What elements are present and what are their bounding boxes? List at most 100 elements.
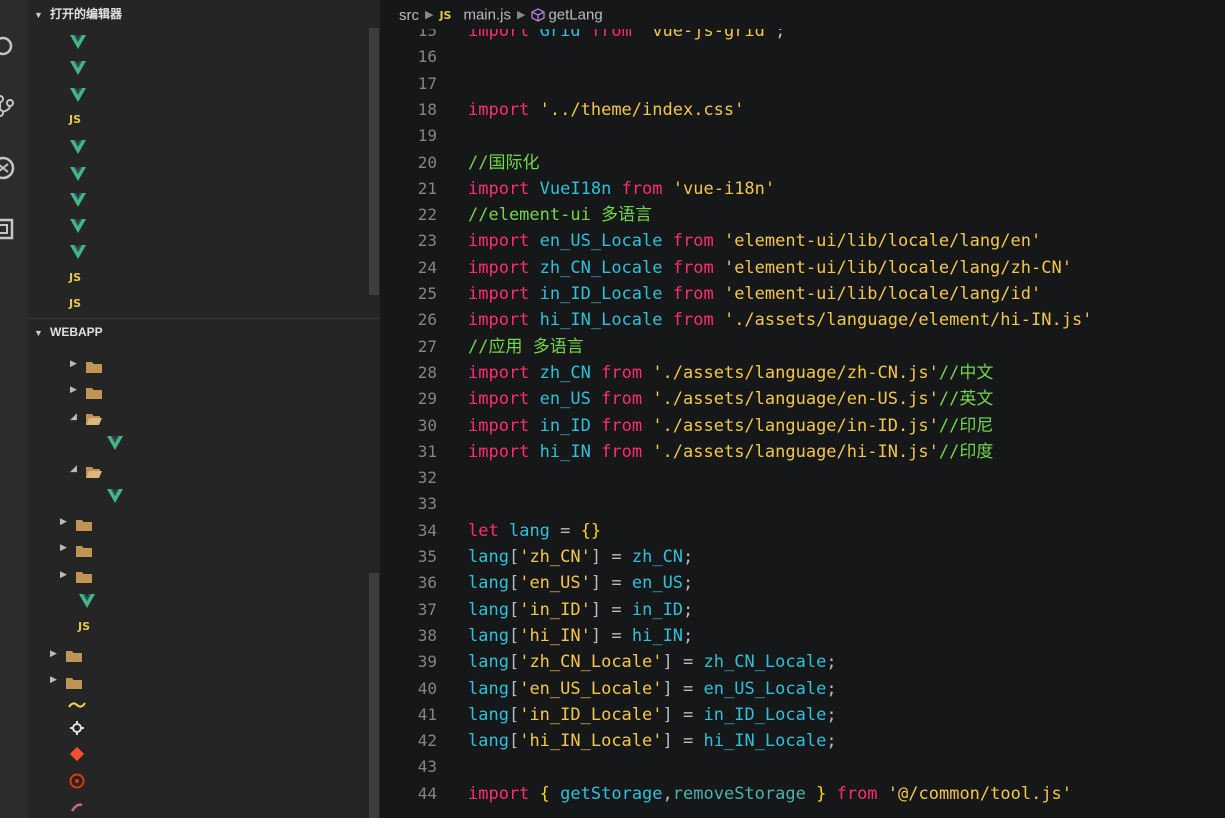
file-item[interactable]: [28, 482, 380, 508]
file-item[interactable]: [28, 798, 380, 818]
line-number: 38: [417, 625, 437, 645]
code-text[interactable]: import hi_IN_Locale from './assets/langu…: [468, 307, 1092, 333]
line-number: 43: [417, 757, 437, 777]
open-editor-item[interactable]: [28, 54, 380, 80]
breadcrumb-symbol[interactable]: getLang: [548, 7, 602, 24]
folder-item[interactable]: ▶: [28, 534, 380, 560]
folder-icon: [76, 567, 92, 584]
open-editor-item[interactable]: [28, 81, 380, 107]
file-item[interactable]: [28, 693, 380, 719]
vue-file-icon: [69, 33, 87, 50]
babel-icon: [68, 693, 86, 719]
code-text[interactable]: import zh_CN_Locale from 'element-ui/lib…: [468, 255, 1072, 281]
code-text[interactable]: //应用 多语言: [468, 334, 584, 360]
open-editor-item[interactable]: [28, 212, 380, 238]
chevron-right-icon: ▶: [516, 8, 526, 21]
line-number: 26: [417, 310, 437, 330]
folder-item[interactable]: ◢: [28, 403, 380, 429]
line-number: 29: [417, 389, 437, 409]
code-text[interactable]: import en_US from './assets/language/en-…: [468, 386, 993, 412]
scss-icon: [68, 798, 86, 818]
debug-icon[interactable]: [0, 155, 16, 181]
vue-file-icon: [69, 59, 87, 76]
code-text[interactable]: lang['zh_CN_Locale'] = zh_CN_Locale;: [468, 649, 837, 675]
open-editor-item[interactable]: [28, 238, 380, 264]
code-text[interactable]: let lang = {}: [468, 518, 601, 544]
code-text[interactable]: //国际化: [468, 150, 539, 176]
line-number: 41: [417, 704, 437, 724]
open-editor-item[interactable]: [28, 28, 380, 54]
file-item[interactable]: [28, 719, 380, 745]
file-item[interactable]: [28, 429, 380, 455]
chevron-down-icon: ◢: [70, 463, 77, 474]
chevron-right-icon: ▶: [60, 568, 67, 579]
breadcrumb-folder[interactable]: src: [399, 7, 419, 24]
code-text[interactable]: //element-ui 多语言: [468, 202, 652, 228]
chevron-right-icon: ▶: [50, 647, 57, 658]
folder-item[interactable]: ▶: [28, 561, 380, 587]
webapp-title: WEBAPP: [50, 325, 103, 339]
folder-item[interactable]: ▶: [28, 508, 380, 534]
vue-file-icon: [69, 217, 87, 234]
breadcrumb-file[interactable]: main.js: [463, 7, 511, 24]
folder-icon: [66, 673, 82, 689]
file-item[interactable]: JS: [28, 614, 380, 640]
line-number: 20: [417, 152, 437, 172]
code-text[interactable]: import { getStorage,removeStorage } from…: [468, 781, 1072, 807]
open-editor-item[interactable]: JS: [28, 265, 380, 291]
open-editor-item[interactable]: [28, 186, 380, 212]
code-text[interactable]: lang['hi_IN_Locale'] = hi_IN_Locale;: [468, 728, 837, 754]
webapp-header[interactable]: ▼ WEBAPP: [28, 318, 380, 345]
line-number: 33: [417, 494, 437, 514]
line-number: 18: [417, 99, 437, 119]
folder-item[interactable]: ▶: [28, 666, 380, 692]
line-number: 30: [417, 415, 437, 435]
code-text[interactable]: import in_ID_Locale from 'element-ui/lib…: [468, 281, 1041, 307]
js-file-icon: JS: [69, 270, 82, 284]
extensions-icon[interactable]: [0, 216, 16, 242]
source-control-icon[interactable]: [0, 93, 16, 119]
git-icon: [68, 745, 86, 771]
search-icon[interactable]: [0, 33, 16, 59]
code-text[interactable]: lang['in_ID_Locale'] = in_ID_Locale;: [468, 702, 837, 728]
code-text[interactable]: lang['zh_CN'] = zh_CN;: [468, 544, 693, 570]
chevron-down-icon: ▼: [34, 328, 43, 338]
js-file-icon: JS: [439, 8, 452, 22]
open-editor-item[interactable]: [28, 160, 380, 186]
code-text[interactable]: import VueI18n from 'vue-i18n': [468, 176, 775, 202]
open-editor-item[interactable]: JS: [28, 107, 380, 133]
line-number: 25: [417, 284, 437, 303]
line-number: 24: [417, 257, 437, 277]
open-editors-scrollbar[interactable]: [369, 28, 379, 295]
file-item[interactable]: [28, 745, 380, 771]
symbol-cube-icon: [531, 8, 546, 22]
vue-file-icon: [106, 487, 124, 503]
file-item[interactable]: [28, 772, 380, 798]
code-text[interactable]: import '../theme/index.css': [468, 97, 744, 123]
code-text[interactable]: import zh_CN from './assets/language/zh-…: [468, 360, 993, 386]
code-editor[interactable]: src ▶ JS main.js ▶ getLang 15 import Grid from…: [380, 0, 1225, 818]
code-text[interactable]: lang['hi_IN'] = hi_IN;: [468, 623, 693, 649]
open-editor-item[interactable]: JS: [28, 291, 380, 317]
chevron-down-icon: ▼: [34, 10, 43, 20]
file-item[interactable]: [28, 587, 380, 613]
line-number: 28: [417, 362, 437, 382]
vue-file-icon: [69, 86, 87, 102]
open-editor-item[interactable]: [28, 133, 380, 159]
folder-item[interactable]: ▶: [28, 640, 380, 666]
explorer-scrollbar[interactable]: [369, 573, 379, 818]
open-editors-header[interactable]: ▼ 打开的编辑器: [28, 1, 380, 27]
chevron-right-icon: ▶: [60, 516, 67, 527]
code-text[interactable]: lang['en_US_Locale'] = en_US_Locale;: [468, 676, 837, 702]
code-text[interactable]: import in_ID from './assets/language/in-…: [468, 413, 993, 439]
line-number: 19: [417, 126, 437, 146]
code-text[interactable]: import en_US_Locale from 'element-ui/lib…: [468, 228, 1041, 254]
code-text[interactable]: lang['en_US'] = en_US;: [468, 570, 693, 596]
code-text[interactable]: import hi_IN from './assets/language/hi-…: [468, 439, 993, 465]
folder-item[interactable]: ▶: [28, 350, 380, 376]
code-text[interactable]: lang['in_ID'] = in_ID;: [468, 597, 693, 623]
activity-bar: [0, 0, 28, 818]
folder-item[interactable]: ◢: [28, 455, 380, 481]
chevron-right-icon: ▶: [70, 358, 77, 369]
folder-item[interactable]: ▶: [28, 376, 380, 402]
